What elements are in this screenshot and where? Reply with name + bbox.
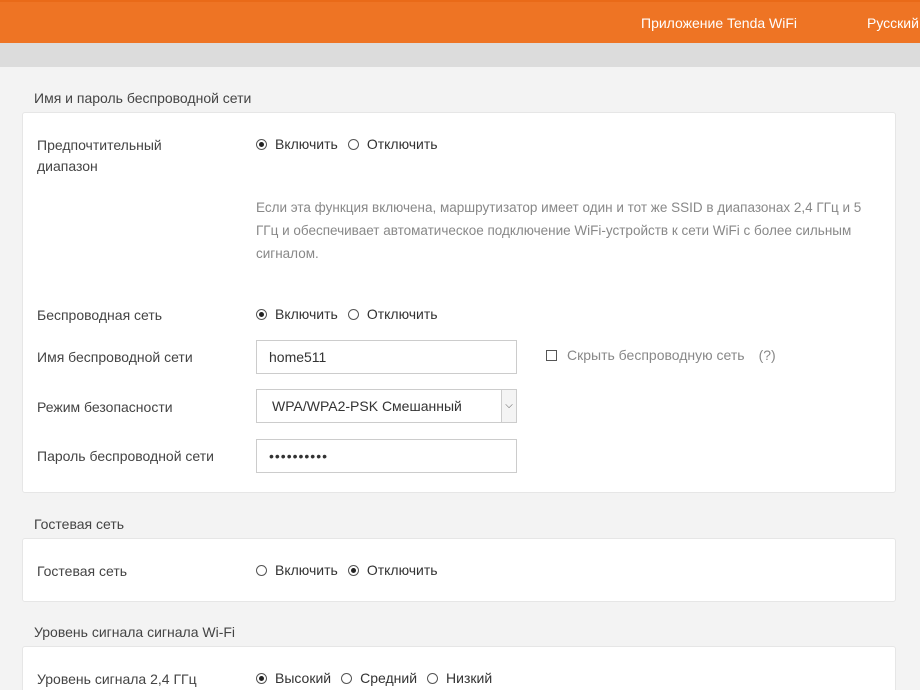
signal-low-radio[interactable] xyxy=(427,672,439,684)
header-divider-strip xyxy=(0,43,920,67)
language-selector[interactable]: Русский xyxy=(867,15,919,31)
preferred-band-help-text: Если эта функция включена, маршрутизатор… xyxy=(256,200,862,261)
preferred-band-label: Предпочтительный диапазон xyxy=(37,137,162,174)
guest-section-title: Гостевая сеть xyxy=(34,516,125,532)
guest-network-label: Гостевая сеть xyxy=(37,563,128,579)
signal-medium-radio[interactable] xyxy=(341,672,353,684)
preferred-band-disable-radio[interactable] xyxy=(347,138,359,150)
hide-network-help-icon[interactable]: (?) xyxy=(759,347,776,363)
security-mode-label: Режим безопасности xyxy=(37,399,173,415)
signal-section-title: Уровень сигнала сигнала Wi-Fi xyxy=(34,624,236,640)
ssid-input[interactable]: home511 xyxy=(256,340,517,374)
guest-network-card xyxy=(22,538,896,602)
security-mode-select[interactable]: WPA/WPA2-PSK Смешанный ⌵ xyxy=(256,389,517,423)
wireless-network-label: Беспроводная сеть xyxy=(37,307,163,323)
wifi-password-value: •••••••••• xyxy=(269,448,329,464)
top-header-bar: Приложение Tenda WiFi Русский xyxy=(0,0,920,43)
signal-high-radio[interactable] xyxy=(256,672,267,684)
wireless-network-radio-group: Включить Отключить xyxy=(256,306,448,322)
security-mode-value: WPA/WPA2-PSK Смешанный xyxy=(272,398,462,414)
preferred-band-disable-label[interactable]: Отключить xyxy=(367,136,438,152)
signal-24ghz-label: Уровень сигнала 2,4 ГГц xyxy=(37,671,197,687)
signal-high-label[interactable]: Высокий xyxy=(275,670,331,686)
wifi-password-input[interactable]: •••••••••• xyxy=(256,439,517,473)
ssid-label: Имя беспроводной сети xyxy=(37,349,193,365)
signal-medium-label[interactable]: Средний xyxy=(360,670,417,686)
signal-strength-radio-group: Высокий Средний Низкий xyxy=(256,670,502,686)
wireless-enable-radio[interactable] xyxy=(256,308,267,320)
hide-network-label[interactable]: Скрыть беспроводную сеть xyxy=(567,347,745,363)
preferred-band-enable-label[interactable]: Включить xyxy=(275,136,338,152)
guest-enable-radio[interactable] xyxy=(256,564,267,576)
wireless-disable-radio[interactable] xyxy=(347,308,359,320)
wifi-password-label: Пароль беспроводной сети xyxy=(37,448,214,464)
wireless-enable-label[interactable]: Включить xyxy=(275,306,338,322)
guest-network-radio-group: Включить Отключить xyxy=(256,562,448,578)
guest-disable-radio[interactable] xyxy=(347,564,359,576)
preferred-band-radio-group: Включить Отключить xyxy=(256,136,448,152)
wireless-disable-label[interactable]: Отключить xyxy=(367,306,438,322)
guest-disable-label[interactable]: Отключить xyxy=(367,562,438,578)
guest-enable-label[interactable]: Включить xyxy=(275,562,338,578)
hide-network-row: Скрыть беспроводную сеть (?) xyxy=(546,347,776,363)
preferred-band-enable-radio[interactable] xyxy=(256,138,267,150)
signal-low-label[interactable]: Низкий xyxy=(446,670,492,686)
wireless-section-title: Имя и пароль беспроводной сети xyxy=(34,90,252,106)
hide-network-checkbox[interactable] xyxy=(546,349,557,361)
tenda-app-link[interactable]: Приложение Tenda WiFi xyxy=(641,15,797,31)
chevron-down-icon[interactable]: ⌵ xyxy=(501,390,516,422)
